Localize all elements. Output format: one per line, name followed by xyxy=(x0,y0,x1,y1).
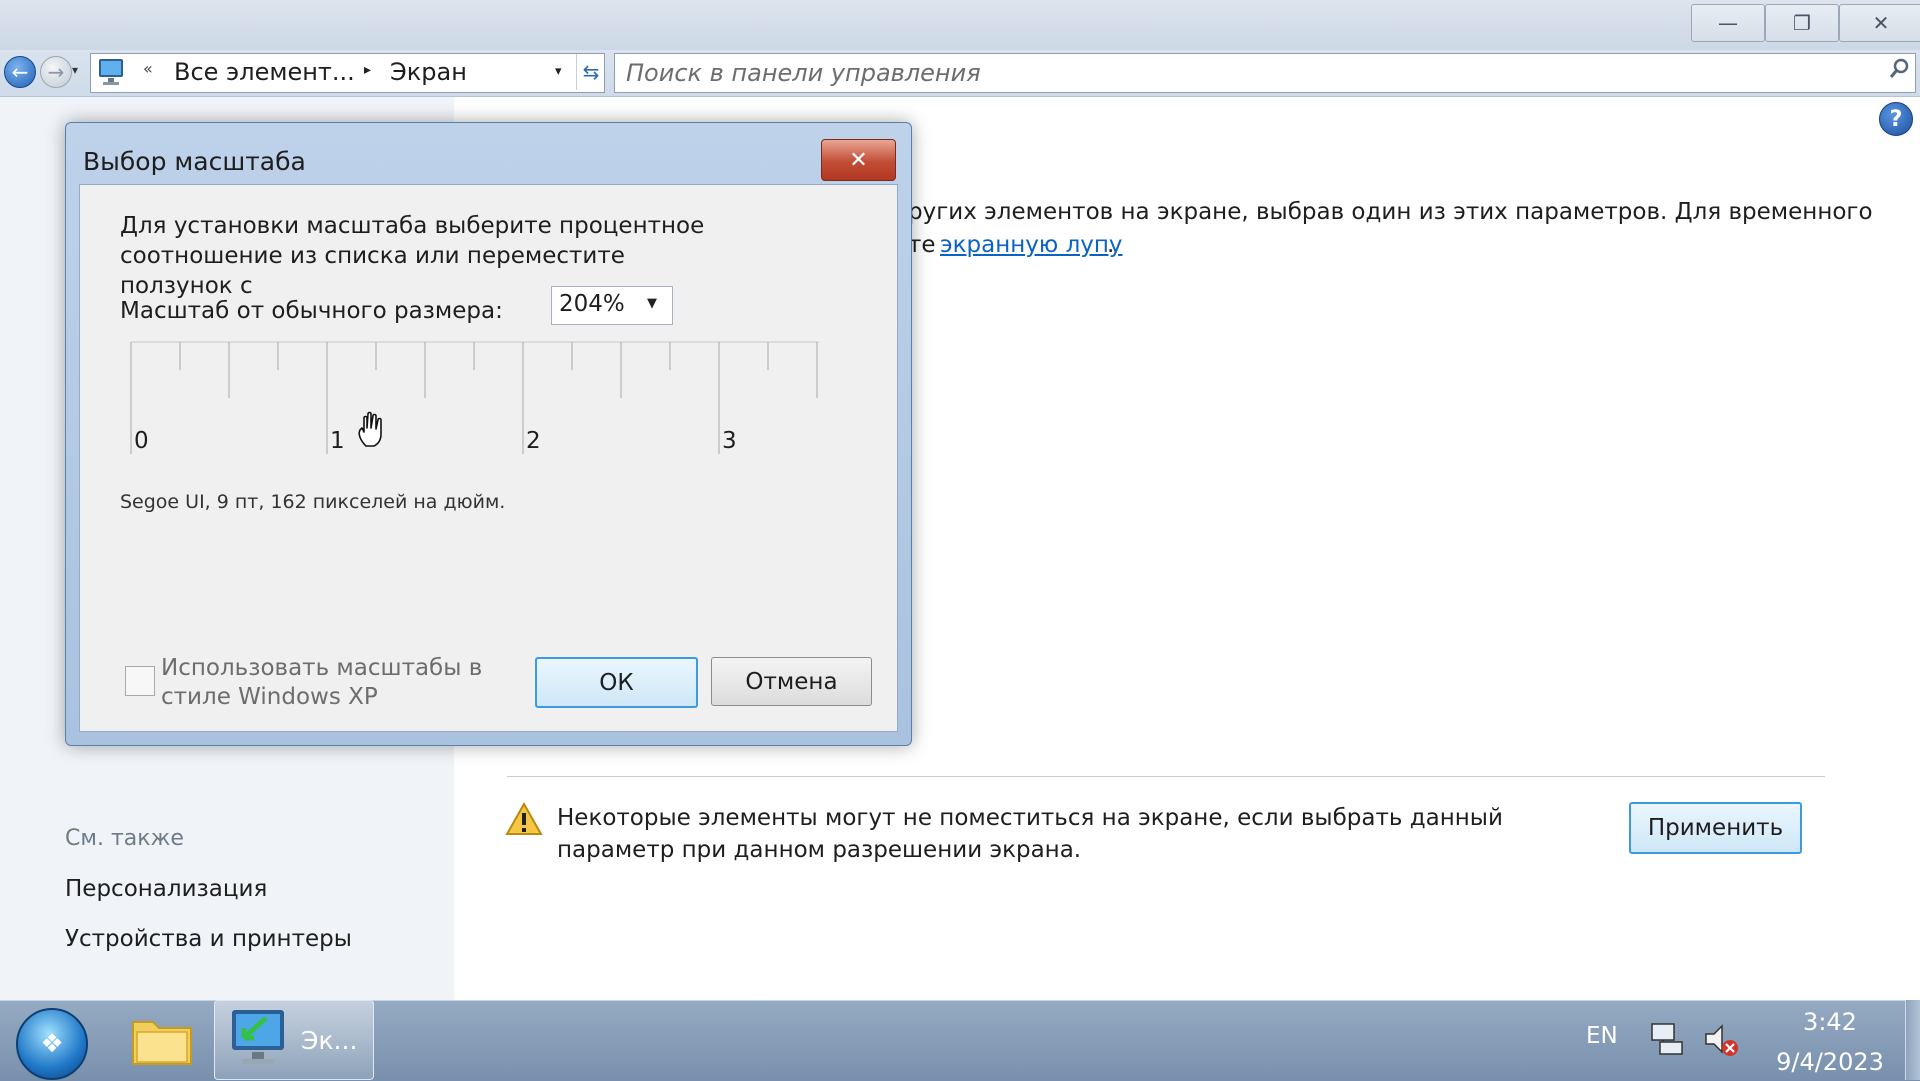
cancel-button[interactable]: Отмена xyxy=(711,657,872,706)
computer-icon xyxy=(99,59,123,85)
ruler-label: 2 xyxy=(526,428,541,454)
ruler-label: 0 xyxy=(134,428,149,454)
personalization-link[interactable]: Персонализация xyxy=(65,876,267,902)
windows-start-icon[interactable]: ❖ xyxy=(16,1008,88,1080)
refresh-icon[interactable]: ⇆ xyxy=(576,54,605,90)
forward-arrow-icon[interactable]: → xyxy=(40,56,72,88)
breadcrumb-separator-icon[interactable]: ▸ xyxy=(364,62,371,78)
description-text-prefix: те xyxy=(908,232,936,258)
magnifier-link[interactable]: экранную лупу xyxy=(940,232,1123,258)
help-icon[interactable]: ? xyxy=(1879,102,1913,136)
description-text: ругих элементов на экране, выбрав один и… xyxy=(908,199,1873,225)
back-arrow-icon[interactable]: ← xyxy=(4,56,36,88)
scale-ruler[interactable]: 0 1 2 3 xyxy=(129,338,829,458)
minimize-button[interactable]: — xyxy=(1691,4,1765,42)
font-info-text: Segoe UI, 9 пт, 162 пикселей на дюйм. xyxy=(120,491,506,513)
scale-select-value[interactable]: 204% xyxy=(559,291,625,317)
address-dropdown-icon[interactable]: ▾ xyxy=(555,64,562,79)
warning-text: Некоторые элементы могут не поместиться … xyxy=(557,805,1503,863)
language-indicator[interactable]: EN xyxy=(1586,1023,1618,1049)
apply-button[interactable]: Применить xyxy=(1629,802,1802,854)
show-desktop-button[interactable] xyxy=(1905,1000,1920,1080)
scale-label: Масштаб от обычного размера: xyxy=(120,298,503,324)
devices-printers-link[interactable]: Устройства и принтеры xyxy=(65,926,352,952)
divider xyxy=(507,776,1825,777)
hand-cursor-icon xyxy=(358,411,382,447)
breadcrumb-all-items[interactable]: Все элемент... xyxy=(174,58,355,86)
restore-button[interactable]: ❐ xyxy=(1765,4,1839,42)
ok-button[interactable]: ОК xyxy=(535,657,698,708)
see-also-header: См. также xyxy=(65,826,184,851)
xp-scaling-label[interactable]: Использовать масштабы в стиле Windows XP xyxy=(161,654,491,712)
ruler-label: 1 xyxy=(330,428,345,454)
computer-icon xyxy=(232,1010,284,1064)
window-titlebar[interactable] xyxy=(0,0,1920,51)
description-period: . xyxy=(1107,232,1115,258)
warning-icon xyxy=(505,802,543,835)
ruler-labels: 0 1 2 3 xyxy=(134,428,737,454)
ruler-ticks xyxy=(130,342,818,454)
clock-date[interactable]: 9/4/2023 xyxy=(1760,1048,1900,1076)
search-icon[interactable] xyxy=(1888,57,1910,81)
address-overflow-chevron[interactable]: « xyxy=(143,59,153,78)
dialog-title: Выбор масштаба xyxy=(83,147,306,176)
ruler-label: 3 xyxy=(722,428,737,454)
window-close-button[interactable]: ✕ xyxy=(1839,4,1920,42)
breadcrumb-screen[interactable]: Экран xyxy=(390,58,467,86)
chevron-down-icon[interactable]: ▼ xyxy=(647,296,657,311)
history-dropdown-icon[interactable]: ▾ xyxy=(72,63,78,77)
search-placeholder: Поиск в панели управления xyxy=(626,59,981,87)
dialog-close-button[interactable]: ✕ xyxy=(821,139,896,181)
folder-icon[interactable] xyxy=(125,1004,201,1076)
clock-time[interactable]: 3:42 xyxy=(1760,1008,1900,1036)
taskbar-screen-label: Эк... xyxy=(301,1026,358,1055)
volume-muted-icon[interactable] xyxy=(1702,1020,1740,1058)
network-icon[interactable] xyxy=(1648,1020,1686,1058)
xp-scaling-checkbox[interactable] xyxy=(125,666,155,696)
